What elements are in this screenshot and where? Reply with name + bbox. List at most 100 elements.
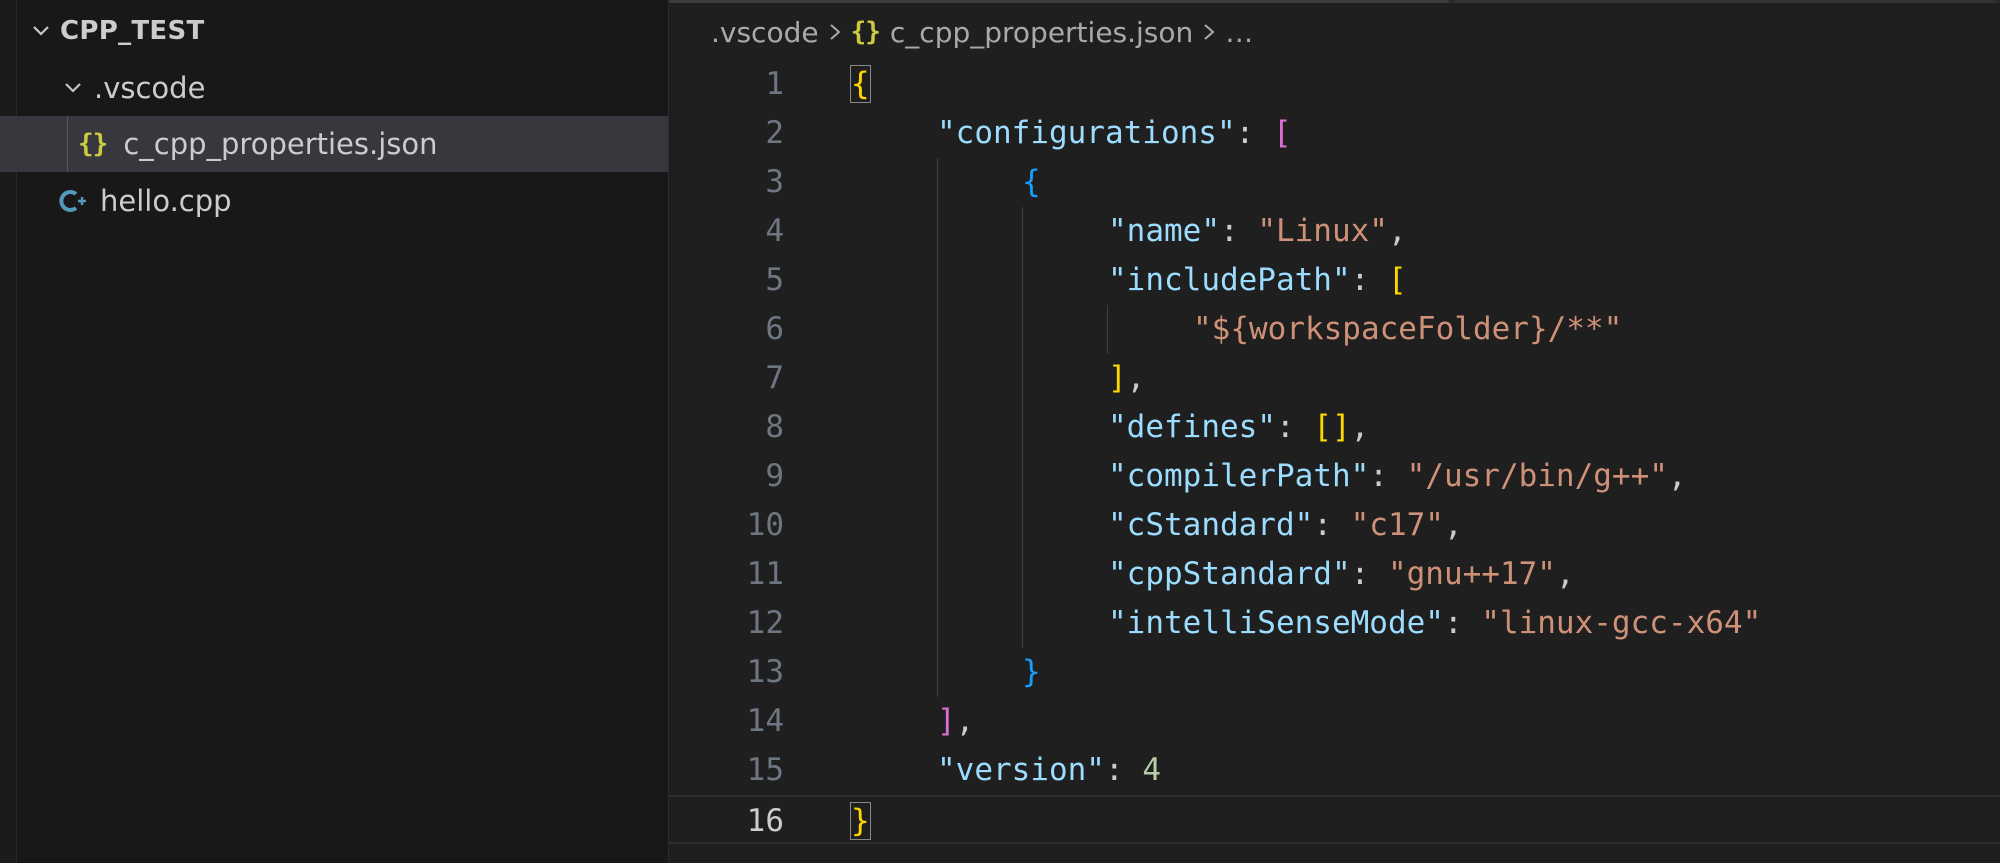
code-line[interactable]: 1{ [669, 60, 2000, 109]
code-token: "gnu++17" [1387, 556, 1556, 592]
line-number: 14 [746, 703, 784, 739]
code-line[interactable]: 15 "version": 4 [669, 746, 2000, 795]
code-line[interactable]: 12 "intelliSenseMode": "linux-gcc-x64" [669, 599, 2000, 648]
code-editor[interactable]: 1{2 "configurations": [3{4 "name": "Linux"… [669, 60, 2000, 863]
json-braces-icon: {} [850, 17, 881, 47]
code-token: : [1313, 507, 1351, 543]
code-token: , [1350, 409, 1370, 445]
line-number: 10 [746, 507, 784, 543]
tab-strip [669, 0, 2000, 3]
tree-item-c-cpp-properties[interactable]: {} c_cpp_properties.json [0, 116, 668, 172]
line-number: 11 [746, 556, 784, 592]
explorer-root-label: CPP_TEST [60, 16, 205, 46]
code-line[interactable]: 14], [669, 697, 2000, 746]
explorer-sidebar: CPP_TEST .vscode {} c_cpp_properties.jso… [0, 0, 669, 863]
code-token: ] [1108, 360, 1127, 396]
indent-guide [67, 116, 68, 172]
breadcrumb-symbols[interactable]: … [1225, 16, 1253, 49]
line-number: 8 [765, 409, 784, 445]
code-token: : [1104, 752, 1143, 788]
code-text: "defines": [], [1108, 403, 1369, 452]
vscode-window: CPP_TEST .vscode {} c_cpp_properties.jso… [0, 0, 2000, 863]
chevron-right-icon [827, 21, 843, 43]
code-token: "defines" [1108, 409, 1276, 445]
code-line[interactable]: 7], [669, 354, 2000, 403]
code-text: ], [937, 697, 974, 746]
breadcrumb-folder[interactable]: .vscode [711, 16, 819, 49]
code-line[interactable]: 4 "name": "Linux", [669, 207, 2000, 256]
cpp-icon [58, 186, 88, 216]
code-token: : [1369, 458, 1407, 494]
code-text: { [1022, 158, 1041, 207]
code-text: "name": "Linux", [1108, 207, 1407, 256]
line-number: 3 [765, 164, 784, 200]
tree-item-hello-cpp[interactable]: hello.cpp [0, 173, 668, 229]
json-braces-icon: {} [78, 129, 108, 159]
line-number: 15 [746, 752, 784, 788]
breadcrumb-file[interactable]: c_cpp_properties.json [890, 16, 1193, 49]
chevron-right-icon [1201, 21, 1217, 43]
code-text: { [850, 60, 871, 109]
tree-item-vscode-folder[interactable]: .vscode [0, 60, 668, 116]
chevron-down-icon[interactable] [28, 18, 54, 44]
code-token: , [1667, 458, 1687, 494]
tree-item-label: .vscode [94, 71, 206, 105]
code-text: "compilerPath": "/usr/bin/g++", [1108, 452, 1687, 501]
code-text: "includePath": [ [1108, 256, 1407, 305]
line-number: 1 [765, 66, 784, 102]
code-token: "c17" [1350, 507, 1444, 543]
code-token: , [955, 703, 975, 739]
code-token: "version" [937, 752, 1105, 788]
code-line[interactable]: 10 "cStandard": "c17", [669, 501, 2000, 550]
code-token: , [1555, 556, 1575, 592]
line-number: 9 [765, 458, 784, 494]
explorer-root-folder[interactable]: CPP_TEST [0, 3, 668, 59]
code-token: : [1275, 409, 1314, 445]
breadcrumb: .vscode {} c_cpp_properties.json … [711, 10, 1253, 54]
code-line[interactable]: 8 "defines": [], [669, 403, 2000, 452]
code-token: : [1235, 115, 1273, 151]
code-text: } [1022, 648, 1041, 697]
code-token: "linux-gcc-x64" [1481, 605, 1762, 641]
editor-pane[interactable]: .vscode {} c_cpp_properties.json … 1{2 "c… [669, 0, 2000, 863]
code-line[interactable]: 2 "configurations": [ [669, 109, 2000, 158]
code-text: "intelliSenseMode": "linux-gcc-x64" [1108, 599, 1761, 648]
code-token: } [850, 802, 871, 840]
code-token: { [1022, 164, 1041, 200]
code-token: "intelliSenseMode" [1108, 605, 1444, 641]
code-token: "name" [1108, 213, 1220, 249]
code-token: "configurations" [937, 115, 1236, 151]
code-token: "/usr/bin/g++" [1406, 458, 1668, 494]
code-token: "cStandard" [1108, 507, 1314, 543]
line-number: 4 [765, 213, 784, 249]
code-line[interactable]: 16} [669, 795, 2000, 844]
line-number: 2 [765, 115, 784, 151]
code-token: , [1387, 213, 1407, 249]
code-text: "${workspaceFolder}/**" [1193, 305, 1622, 354]
code-text: "cppStandard": "gnu++17", [1108, 550, 1575, 599]
code-token: } [1022, 654, 1041, 690]
line-number: 13 [746, 654, 784, 690]
line-number: 16 [746, 803, 784, 839]
code-token: [ [1387, 262, 1407, 298]
code-line[interactable]: 5 "includePath": [ [669, 256, 2000, 305]
code-line[interactable]: 9 "compilerPath": "/usr/bin/g++", [669, 452, 2000, 501]
code-line[interactable]: 6 "${workspaceFolder}/**" [669, 305, 2000, 354]
code-text: "version": 4 [937, 746, 1161, 795]
code-line[interactable]: 3{ [669, 158, 2000, 207]
code-token: : [1219, 213, 1258, 249]
code-text: "configurations": [ [937, 109, 1292, 158]
tree-item-label: hello.cpp [100, 184, 232, 218]
code-text: ], [1108, 354, 1145, 403]
line-number: 5 [765, 262, 784, 298]
code-token: "includePath" [1108, 262, 1351, 298]
code-token: "Linux" [1257, 213, 1388, 249]
code-line[interactable]: 11 "cppStandard": "gnu++17", [669, 550, 2000, 599]
code-token: { [850, 65, 871, 103]
code-token: [ [1272, 115, 1292, 151]
chevron-down-icon[interactable] [60, 75, 86, 101]
code-token: : [1443, 605, 1482, 641]
code-text: "cStandard": "c17", [1108, 501, 1463, 550]
code-token: : [1350, 262, 1388, 298]
code-line[interactable]: 13} [669, 648, 2000, 697]
